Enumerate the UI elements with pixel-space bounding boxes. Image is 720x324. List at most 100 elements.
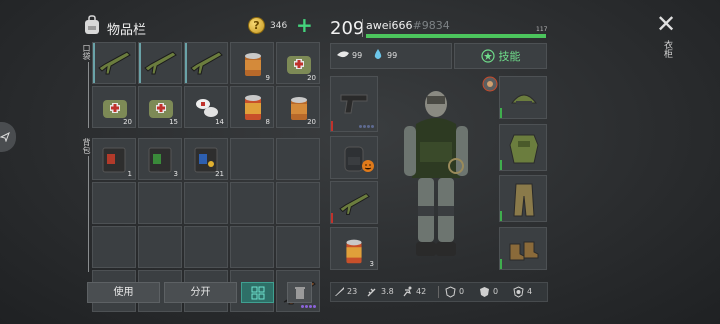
food-value: 99 <box>352 51 363 60</box>
inventory-slot[interactable] <box>230 182 274 224</box>
game-inventory-screen: 物品栏 ? 346 + 口袋 9 20 20 15 14 8 20 背包 1 3… <box>0 0 720 324</box>
backpack-label: 背包 <box>82 138 91 154</box>
send-arrow-icon <box>0 132 10 142</box>
use-button[interactable]: 使用 <box>87 282 160 303</box>
running-icon <box>403 286 412 297</box>
inventory-slot[interactable] <box>276 226 320 268</box>
xp-bar-fill <box>366 34 547 38</box>
skills-button[interactable]: 技能 <box>454 43 547 69</box>
inventory-slot[interactable]: 1 <box>92 138 136 180</box>
player-username: awei666 <box>366 19 413 32</box>
inventory-slot[interactable]: 3 <box>138 138 182 180</box>
inventory-slot[interactable]: 20 <box>276 42 320 84</box>
inventory-slot[interactable]: 20 <box>92 86 136 128</box>
inventory-slot[interactable] <box>92 226 136 268</box>
backpack-slot[interactable] <box>330 136 378 179</box>
inventory-slot[interactable]: 8 <box>230 86 274 128</box>
attack-speed-value: 3.8 <box>381 287 394 296</box>
player-character-model <box>404 91 468 256</box>
durability-bar <box>500 211 502 221</box>
inventory-slot[interactable]: 15 <box>138 86 182 128</box>
pumpkin-badge-icon <box>362 160 374 172</box>
sort-button[interactable] <box>241 282 274 303</box>
body-armor-slot[interactable] <box>499 124 547 171</box>
trash-button[interactable] <box>287 282 312 303</box>
move-speed-value: 42 <box>416 287 427 296</box>
durability-bar <box>500 108 502 118</box>
durability-bar <box>331 121 333 131</box>
pocket-divider <box>88 62 89 128</box>
inventory-slot[interactable] <box>92 182 136 224</box>
character-badge-icon <box>482 76 498 92</box>
gold-coin-icon: ? <box>248 17 265 34</box>
star-badge-icon <box>480 49 495 63</box>
canned-food-icon <box>346 239 362 264</box>
defense-value: 0 <box>493 287 499 296</box>
inventory-slot[interactable] <box>92 42 136 84</box>
backpack-icon <box>85 15 99 34</box>
inventory-slot[interactable]: 14 <box>184 86 228 128</box>
body-armor-icon <box>509 134 539 164</box>
durability-bar <box>331 213 333 223</box>
coin-count: 346 <box>270 21 288 31</box>
attack-speed-icon <box>367 288 376 297</box>
assault-rifle-icon <box>144 51 177 75</box>
inventory-slot[interactable] <box>276 138 320 180</box>
inventory-slot[interactable] <box>138 182 182 224</box>
inventory-slot[interactable]: 20 <box>276 86 320 128</box>
inventory-slot[interactable]: 9 <box>230 42 274 84</box>
pocket-grid: 9 20 20 15 14 8 20 <box>92 42 320 128</box>
water-drop-icon <box>374 49 382 59</box>
player-level: 209 <box>330 18 365 39</box>
inventory-slot[interactable] <box>184 226 228 268</box>
wardrobe-label[interactable]: 衣柜 <box>661 40 674 58</box>
inventory-slot[interactable] <box>230 138 274 180</box>
inventory-slot[interactable]: 21 <box>184 138 228 180</box>
resist-shield-icon <box>513 286 524 298</box>
food-icon <box>337 51 349 58</box>
inventory-slot[interactable] <box>138 226 182 268</box>
food-slot-count: 3 <box>369 260 374 268</box>
inventory-slot[interactable] <box>276 182 320 224</box>
inventory-title: 物品栏 <box>107 23 147 38</box>
player-name: awei666#9834 <box>366 19 450 32</box>
pants-icon <box>513 183 535 217</box>
trash-icon <box>294 287 305 299</box>
pocket-label: 口袋 <box>82 44 91 60</box>
water-value: 99 <box>387 51 398 60</box>
weapon-slot-pistol[interactable] <box>330 76 378 132</box>
assault-rifle-icon <box>190 51 223 75</box>
inventory-slot[interactable] <box>230 226 274 268</box>
pants-slot[interactable] <box>499 175 547 222</box>
add-coins-button[interactable]: + <box>296 15 313 35</box>
armor-value: 0 <box>459 287 465 296</box>
split-button[interactable]: 分开 <box>164 282 237 303</box>
backpack-divider <box>88 156 89 272</box>
xp-bar <box>366 34 548 38</box>
rarity-dots <box>301 305 316 308</box>
defense-shield-icon <box>480 287 489 297</box>
armor-shield-icon <box>445 286 456 298</box>
stats-separator <box>438 286 439 298</box>
pistol-icon <box>340 94 368 114</box>
grid-sort-icon <box>251 286 264 300</box>
inventory-slot[interactable] <box>184 42 228 84</box>
resist-value: 4 <box>527 287 533 296</box>
boots-slot[interactable] <box>499 227 547 270</box>
player-id: #9834 <box>412 19 450 32</box>
inventory-slot[interactable] <box>184 182 228 224</box>
inventory-slot[interactable] <box>138 42 182 84</box>
boots-icon <box>509 241 539 261</box>
level-separator <box>362 19 363 37</box>
food-slot[interactable]: 3 <box>330 227 378 270</box>
helmet-slot[interactable] <box>499 76 547 119</box>
close-button[interactable]: ✕ <box>656 12 676 36</box>
xp-value: 117 <box>536 26 548 33</box>
durability-bar <box>500 259 502 269</box>
weapon-slot-rifle[interactable] <box>330 181 378 224</box>
helmet-icon <box>510 94 538 105</box>
rarity-dots <box>359 125 374 128</box>
side-drawer-tab[interactable] <box>0 122 16 152</box>
skills-label: 技能 <box>498 50 521 63</box>
assault-rifle-icon <box>339 193 370 215</box>
